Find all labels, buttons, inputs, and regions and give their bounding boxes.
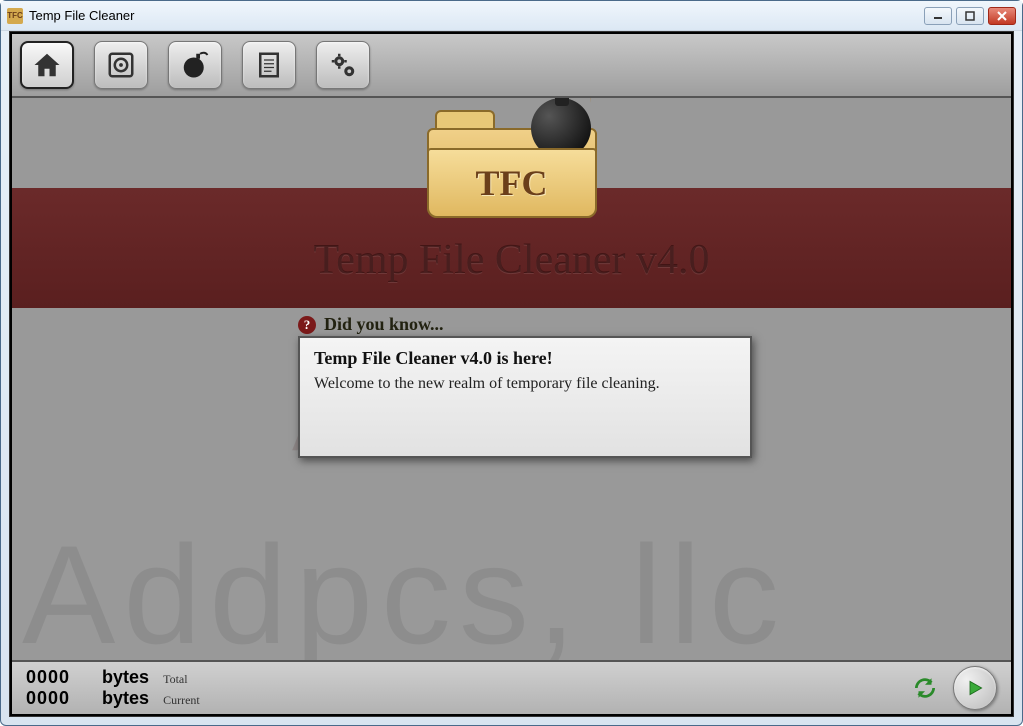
question-icon: ? (298, 316, 316, 334)
logs-tab[interactable] (242, 41, 296, 89)
statusbar: 0000 bytes Total 0000 bytes Current (12, 660, 1011, 714)
minimize-button[interactable] (924, 7, 952, 25)
clean-tab[interactable] (168, 41, 222, 89)
gears-icon (328, 50, 358, 80)
did-you-know-body: Welcome to the new realm of temporary fi… (314, 375, 736, 393)
toolbar (12, 34, 1011, 98)
home-icon (32, 50, 62, 80)
total-bytes-label: Total (163, 672, 188, 687)
play-button[interactable] (953, 666, 997, 710)
current-bytes-value: 0000 (26, 688, 70, 709)
app-icon: TFC (7, 8, 23, 24)
did-you-know-label-text: Did you know... (324, 314, 444, 335)
current-bytes-label: Current (163, 693, 200, 708)
play-icon (965, 678, 985, 698)
titlebar[interactable]: TFC Temp File Cleaner (1, 1, 1022, 31)
app-window: TFC Temp File Cleaner (0, 0, 1023, 726)
did-you-know-heading: Temp File Cleaner v4.0 is here! (314, 348, 736, 369)
home-tab[interactable] (20, 41, 74, 89)
app-title: Temp File Cleaner v4.0 (12, 236, 1011, 284)
window-title: Temp File Cleaner (29, 8, 924, 23)
did-you-know-panel: Temp File Cleaner v4.0 is here! Welcome … (298, 336, 752, 458)
close-button[interactable] (988, 7, 1016, 25)
current-bytes-unit: bytes (102, 688, 149, 709)
total-bytes-value: 0000 (26, 667, 70, 688)
bomb-icon (180, 50, 210, 80)
drives-tab[interactable] (94, 41, 148, 89)
did-you-know-label: ? Did you know... (298, 314, 444, 335)
refresh-button[interactable] (909, 672, 941, 704)
refresh-icon (912, 675, 938, 701)
watermark-large: Addpcs, llc (22, 514, 787, 660)
total-bytes-unit: bytes (102, 667, 149, 688)
main-panel: ADDPCS, LLC Addpcs, llc TFC Temp File Cl… (12, 98, 1011, 660)
settings-tab[interactable] (316, 41, 370, 89)
drive-icon (106, 50, 136, 80)
document-icon (254, 50, 284, 80)
maximize-button[interactable] (956, 7, 984, 25)
logo-label: TFC (476, 162, 548, 204)
logo: TFC (427, 98, 597, 218)
